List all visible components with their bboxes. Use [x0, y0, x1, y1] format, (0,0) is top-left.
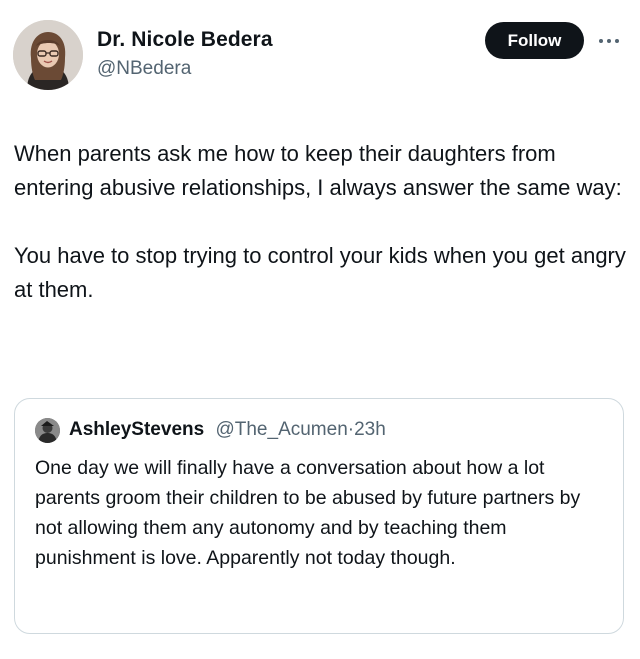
follow-button[interactable]: Follow — [485, 22, 584, 59]
quoted-timestamp[interactable]: 23h — [354, 419, 386, 440]
quoted-post-header: AshleyStevens @The_Acumen·23h — [69, 419, 386, 441]
more-options-icon[interactable] — [596, 32, 626, 50]
quoted-avatar-image — [35, 418, 60, 443]
post: Dr. Nicole Bedera @NBedera Follow When p… — [0, 0, 640, 659]
more-dots-icon — [599, 39, 619, 43]
quoted-post-text: One day we will finally have a conversat… — [35, 457, 581, 569]
quoted-author-handle[interactable]: @The_Acumen — [215, 419, 347, 440]
post-body: When parents ask me how to keep their da… — [14, 137, 626, 307]
quoted-author-name[interactable]: AshleyStevens — [69, 419, 204, 440]
author-avatar[interactable] — [13, 20, 83, 90]
quoted-author-avatar[interactable] — [35, 418, 60, 443]
author-name[interactable]: Dr. Nicole Bedera — [97, 28, 273, 52]
author-handle[interactable]: @NBedera — [97, 58, 191, 80]
avatar-image — [13, 20, 83, 90]
quoted-post-card[interactable]: AshleyStevens @The_Acumen·23h One day we… — [14, 398, 624, 634]
post-paragraph: When parents ask me how to keep their da… — [14, 141, 622, 200]
post-paragraph: You have to stop trying to control your … — [14, 243, 626, 302]
